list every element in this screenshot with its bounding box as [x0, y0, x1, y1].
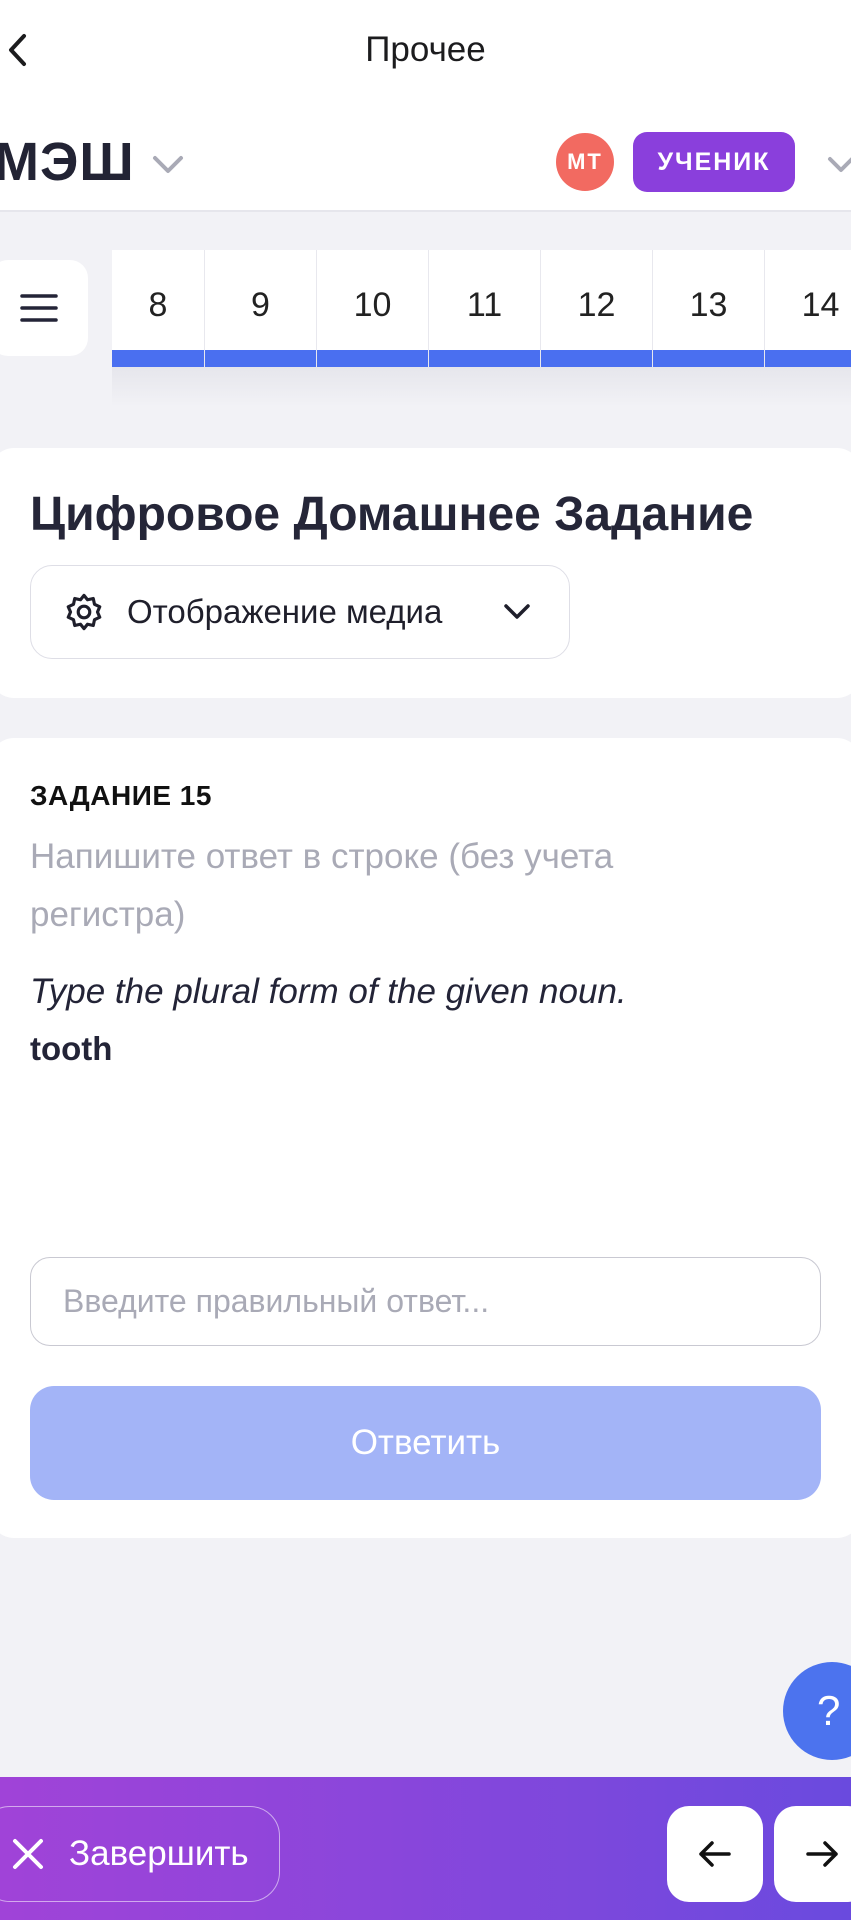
- chevron-down-icon[interactable]: [150, 150, 186, 180]
- menu-icon: [20, 294, 58, 322]
- media-display-label: Отображение медиа: [127, 593, 443, 630]
- task-number-tab[interactable]: 10: [317, 250, 429, 367]
- arrow-right-icon: [806, 1841, 838, 1867]
- task-word: tooth: [30, 1030, 113, 1067]
- task-number-tab[interactable]: 11: [429, 250, 541, 367]
- task-number-tab[interactable]: 8: [112, 250, 205, 367]
- help-button[interactable]: ?: [783, 1662, 851, 1760]
- next-task-button[interactable]: [774, 1806, 851, 1902]
- task-number-tab[interactable]: 13: [653, 250, 765, 367]
- answer-input[interactable]: [30, 1257, 821, 1346]
- submit-answer-button[interactable]: Ответить: [30, 1386, 821, 1500]
- task-instruction: Напишите ответ в строке (без учета регис…: [30, 837, 614, 934]
- top-bar: [0, 0, 851, 100]
- arrow-left-icon: [699, 1841, 731, 1867]
- menu-button[interactable]: [0, 260, 88, 356]
- finish-label: Завершить: [69, 1834, 249, 1873]
- task-number-tab[interactable]: 9: [205, 250, 317, 367]
- finish-button[interactable]: Завершить: [0, 1806, 280, 1902]
- nav-shadow: [112, 367, 851, 407]
- avatar[interactable]: МТ: [556, 133, 614, 191]
- back-icon[interactable]: [0, 22, 36, 78]
- chevron-down-icon: [504, 604, 530, 619]
- role-badge[interactable]: УЧЕНИК: [633, 132, 795, 192]
- page-title: Цифровое Домашнее Задание: [30, 488, 754, 541]
- brand-logo[interactable]: МЭШ: [0, 130, 135, 194]
- previous-task-button[interactable]: [667, 1806, 763, 1902]
- media-display-dropdown[interactable]: Отображение медиа: [30, 565, 570, 659]
- task-number-strip: 8 9 10 11 12 13 14: [112, 250, 851, 367]
- close-icon: [13, 1839, 43, 1869]
- task-number-tab[interactable]: 14: [765, 250, 851, 367]
- task-number-tab[interactable]: 12: [541, 250, 653, 367]
- task-question: Type the plural form of the given noun.: [30, 972, 627, 1011]
- task-label: ЗАДАНИЕ 15: [30, 780, 212, 811]
- chevron-down-icon[interactable]: [826, 152, 851, 178]
- gear-icon: [66, 593, 102, 631]
